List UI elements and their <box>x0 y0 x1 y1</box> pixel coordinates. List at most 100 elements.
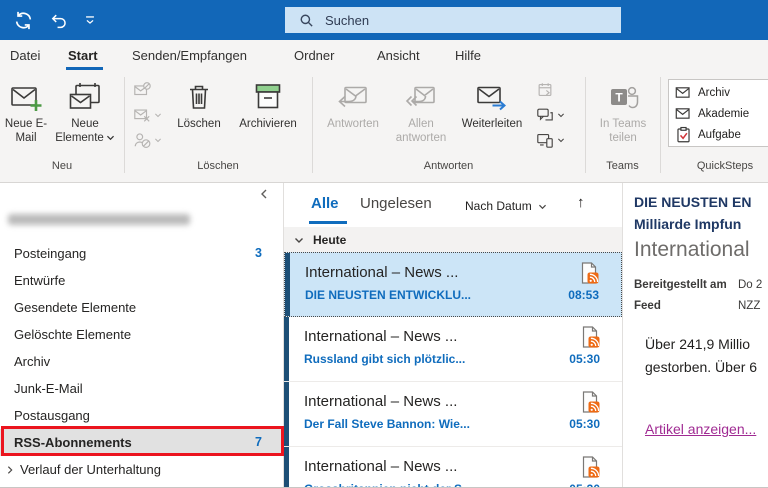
expand-chevron-icon[interactable] <box>5 465 15 475</box>
clipboard-check-icon <box>675 126 692 143</box>
chevron-down-icon <box>557 137 565 143</box>
rss-attachment-icon <box>580 456 600 478</box>
group-divider <box>312 77 313 173</box>
mail-item-3[interactable]: International – News ... Der Fall Steve … <box>284 382 622 447</box>
quick-access-toolbar <box>13 0 97 40</box>
folder-posteingang[interactable]: Posteingang 3 <box>0 240 283 267</box>
ignore-button[interactable] <box>133 79 173 101</box>
mail-item-2[interactable]: International – News ... Russland gibt s… <box>284 317 622 382</box>
search-input[interactable]: Suchen <box>285 7 621 33</box>
folder-verlauf-der-unterhaltung[interactable]: Verlauf der Unterhaltung <box>0 456 283 483</box>
mail-item-4[interactable]: International – News ... Grossbritannien… <box>284 447 622 487</box>
meta-value-date: Do 2 <box>738 279 763 291</box>
undo-icon[interactable] <box>49 11 68 30</box>
folder-gesendete-elemente[interactable]: Gesendete Elemente <box>0 294 283 321</box>
folder-entwuerfe[interactable]: Entwürfe <box>0 267 283 294</box>
group-divider <box>660 77 661 173</box>
sort-direction-icon[interactable]: ↑ <box>577 194 585 211</box>
new-items-button[interactable]: Neue Elemente <box>52 77 118 161</box>
tab-ordner[interactable]: Ordner <box>294 40 334 71</box>
quickstep-archiv[interactable]: Archiv <box>675 82 768 103</box>
tab-datei[interactable]: Datei <box>10 40 40 71</box>
folder-geloeschte-elemente[interactable]: Gelöschte Elemente <box>0 321 283 348</box>
reply-envelope-icon <box>318 80 388 114</box>
archive-box-icon <box>230 80 306 114</box>
message-subject: DIE NEUSTEN EN Milliarde Impfun <box>634 194 752 232</box>
new-mail-button[interactable]: Neue E-Mail <box>2 77 50 161</box>
message-list-header: Alle Ungelesen Nach Datum ↑ <box>284 183 622 227</box>
mail-time: 08:53 <box>568 288 599 302</box>
new-mail-icon <box>2 80 50 114</box>
group-header-heute[interactable]: Heute <box>284 227 622 252</box>
unread-indicator-bar <box>284 382 289 446</box>
search-placeholder: Suchen <box>325 12 370 28</box>
account-name-redacted[interactable] <box>8 214 190 225</box>
folder-postausgang[interactable]: Postausgang <box>0 402 283 429</box>
chevron-down-icon <box>154 137 162 143</box>
quickstep-aufgabe[interactable]: Aufgabe <box>675 124 768 145</box>
mail-title: International – News ... <box>304 393 458 410</box>
reply-all-button: Allen antworten <box>390 77 452 161</box>
view-article-link[interactable]: Artikel anzeigen... <box>645 421 756 437</box>
unread-indicator-bar <box>285 253 290 316</box>
mail-preview: Russland gibt sich plötzlic... <box>304 352 466 366</box>
new-items-icon <box>52 80 118 114</box>
forward-button[interactable]: Weiterleiten <box>452 77 532 161</box>
im-reply-button[interactable] <box>536 104 576 126</box>
reply-all-envelope-icon <box>390 80 452 114</box>
filter-tab-all[interactable]: Alle <box>311 195 339 212</box>
unread-indicator-bar <box>284 447 289 487</box>
active-tab-underline <box>66 67 103 70</box>
delete-button[interactable]: Löschen <box>170 77 228 161</box>
folder-rss-abonnements[interactable]: RSS-Abonnements 7 <box>0 429 283 456</box>
tab-ansicht[interactable]: Ansicht <box>377 40 420 71</box>
customize-quick-access-icon[interactable] <box>83 13 97 27</box>
cleanup-button[interactable] <box>133 104 173 126</box>
mail-item-1[interactable]: International – News ... DIE NEUSTEN ENT… <box>284 252 622 317</box>
folder-pane: Posteingang 3 Entwürfe Gesendete Elemente… <box>0 183 284 487</box>
mail-title: International – News ... <box>305 264 459 281</box>
tab-hilfe[interactable]: Hilfe <box>455 40 481 71</box>
collapse-group-chevron-icon[interactable] <box>294 236 304 244</box>
filter-tab-unread[interactable]: Ungelesen <box>360 195 432 212</box>
send-receive-icon[interactable] <box>13 10 34 31</box>
envelope-icon <box>675 84 692 101</box>
mail-time: 05:30 <box>569 417 600 431</box>
ribbon-tab-bar: Datei Start Senden/Empfangen Ordner Ansi… <box>0 40 768 71</box>
quickstep-akademie[interactable]: Akademie <box>675 103 768 124</box>
meta-label-feed: Feed <box>634 300 661 312</box>
more-respond-button[interactable] <box>536 129 576 151</box>
trash-icon <box>170 80 228 114</box>
mail-preview: Grossbritannien nicht der S... <box>304 482 472 487</box>
chevron-down-icon <box>106 134 115 141</box>
sort-by-dropdown[interactable]: Nach Datum <box>465 199 547 213</box>
unread-indicator-bar <box>284 317 289 381</box>
meta-label-bereitgestellt: Bereitgestellt am <box>634 279 727 291</box>
reading-pane: DIE NEUSTEN EN Milliarde Impfun Internat… <box>624 183 768 487</box>
group-label-quicksteps: QuickSteps <box>696 160 754 172</box>
rss-attachment-icon <box>580 391 600 413</box>
message-body: Über 241,9 Millio gestorben. Über 6 <box>645 336 758 375</box>
collapse-folder-pane-icon[interactable] <box>258 188 270 200</box>
chevron-down-icon <box>557 112 565 118</box>
group-divider <box>585 77 586 173</box>
message-metadata: Bereitgestellt am Do 2 Feed NZZ <box>634 275 762 317</box>
junk-button[interactable] <box>133 129 173 151</box>
message-list-pane: Alle Ungelesen Nach Datum ↑ Heute Intern… <box>284 183 623 487</box>
group-divider <box>124 77 125 173</box>
folder-junk-email[interactable]: Junk-E-Mail <box>0 375 283 402</box>
archive-button[interactable]: Archivieren <box>230 77 306 161</box>
folder-archiv[interactable]: Archiv <box>0 348 283 375</box>
chevron-down-icon <box>154 112 162 118</box>
group-label-loeschen: Löschen <box>197 160 239 172</box>
folder-list: Posteingang 3 Entwürfe Gesendete Elemente… <box>0 240 283 483</box>
teams-icon <box>592 80 654 114</box>
rss-attachment-icon <box>580 326 600 348</box>
title-bar: Suchen <box>0 0 768 40</box>
unread-count: 3 <box>255 246 262 260</box>
share-to-teams-button: In Teams teilen <box>592 77 654 161</box>
mail-title: International – News ... <box>304 458 458 475</box>
tab-senden-empfangen[interactable]: Senden/Empfangen <box>132 40 247 71</box>
group-label-antworten: Antworten <box>423 160 474 172</box>
mail-preview: DIE NEUSTEN ENTWICKLU... <box>305 288 472 302</box>
